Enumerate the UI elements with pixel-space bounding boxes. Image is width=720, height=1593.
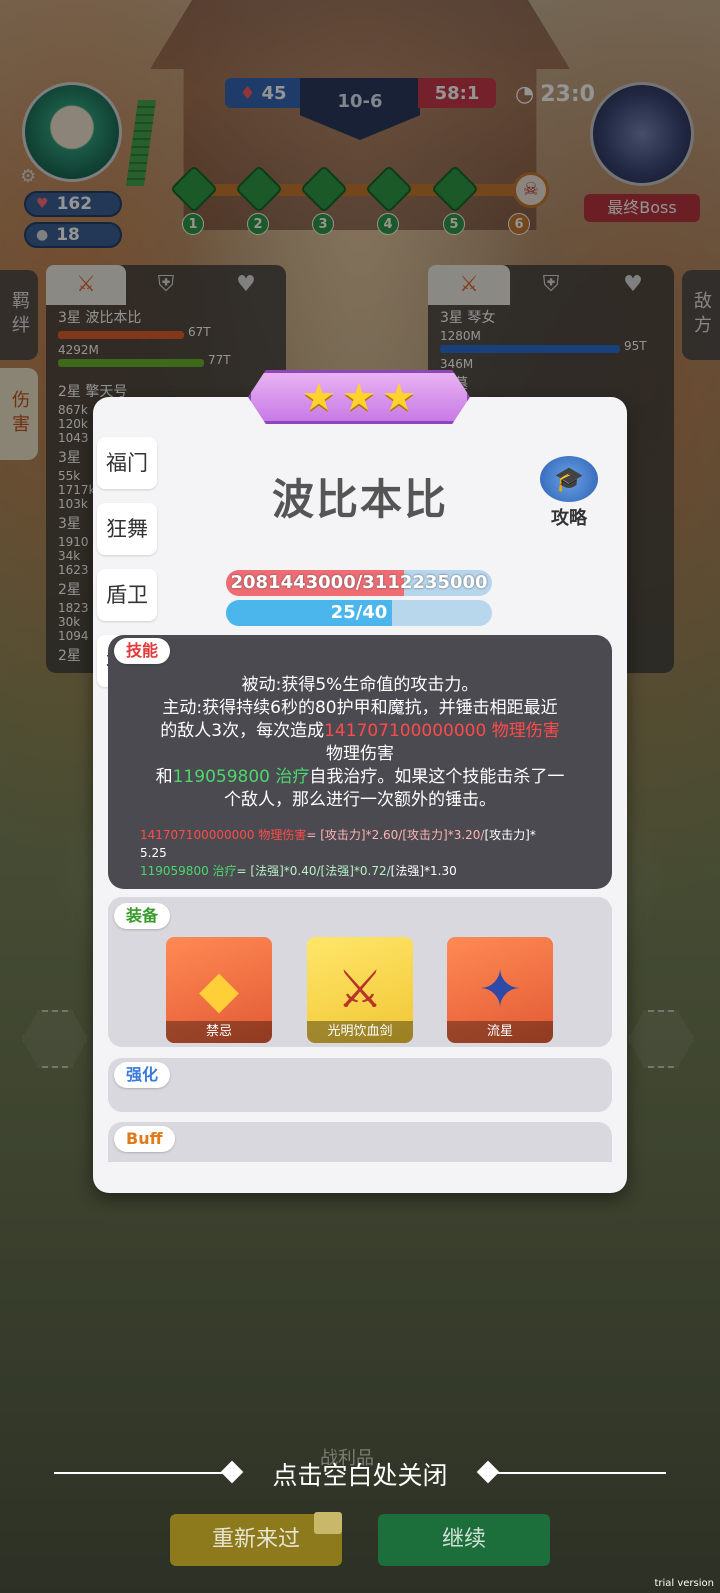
graduation-cap-icon: 🎓 — [540, 456, 598, 502]
equipment-item[interactable]: ⚔ 光明饮血剑 — [307, 937, 413, 1043]
enhancement-section — [108, 1058, 612, 1112]
hero-hp-bar: 2081443000/3112235000 — [226, 570, 492, 596]
video-icon — [314, 1512, 342, 1534]
skill-damage-value: 141707100000000 物理伤害 — [324, 721, 560, 741]
star-rating: ★ ★ ★ — [248, 370, 470, 424]
buff-section — [108, 1122, 612, 1162]
equipment-item[interactable]: ◆ 禁忌 — [166, 937, 272, 1043]
hp-text: 2081443000/3112235000 — [230, 572, 488, 593]
skill-formula: 141707100000000 物理伤害= [攻击力]*2.60/[攻击力]*3… — [140, 826, 600, 880]
watermark: trial version — [654, 1578, 714, 1589]
formula-value: 119059800 治疗 — [140, 864, 237, 878]
skill-text-span: 自我治疗。如果这个技能击杀了一 — [309, 767, 565, 787]
skill-text-line: 被动:获得5%生命值的攻击力。 — [241, 675, 479, 695]
trait-tag[interactable]: 盾卫 — [97, 569, 157, 621]
formula-value: 141707100000000 物理伤害 — [140, 828, 307, 842]
skill-text-line: 和119059800 治疗自我治疗。如果这个技能击杀了一 — [118, 766, 602, 789]
star-icon: ★ — [382, 375, 417, 419]
guide-button[interactable]: 🎓 攻略 — [534, 456, 604, 529]
skill-description: 被动:获得5%生命值的攻击力。 主动:获得持续6秒的80护甲和魔抗，并锤击相距最… — [118, 674, 602, 812]
skill-text-span: 的敌人3次，每次造成 — [160, 721, 325, 741]
formula-text: [法强]*1.30 — [390, 864, 457, 878]
hero-mana-bar: 25/40 — [226, 600, 492, 626]
formula-text: 5.25 — [140, 846, 167, 860]
star-icon: ★ — [301, 375, 336, 419]
trait-tag[interactable]: 狂舞 — [97, 503, 157, 555]
mana-text: 25/40 — [330, 602, 388, 623]
star-icon: ★ — [341, 375, 377, 419]
skill-text-line: 主动:获得持续6秒的80护甲和魔抗，并锤击相距最近 — [162, 698, 558, 718]
equipment-name: 光明饮血剑 — [307, 1021, 413, 1043]
enhancement-label: 强化 — [114, 1062, 171, 1088]
close-hint: 点击空白处关闭 — [272, 1461, 448, 1490]
skill-text-line: 物理伤害 — [326, 744, 394, 764]
buff-label: Buff — [114, 1126, 175, 1152]
skill-text-span: 和 — [155, 767, 173, 787]
formula-text: [攻击力]* — [484, 828, 536, 842]
heal-formula: 119059800 治疗= [法强]*0.40/[法强]*0.72/[法强]*1… — [140, 862, 600, 880]
guide-label: 攻略 — [551, 508, 587, 529]
skill-text-line: 个敌人，那么进行一次额外的锤击。 — [224, 790, 496, 810]
continue-button[interactable]: 继续 — [378, 1514, 550, 1566]
skill-text-line: 的敌人3次，每次造成141707100000000 物理伤害 — [118, 720, 602, 743]
formula-text: = [攻击力]*2.60/[攻击力]*3.20/ — [306, 828, 485, 842]
skill-heal-value: 119059800 治疗 — [172, 767, 310, 787]
formula-text: = [法强]*0.40/[法强]*0.72/ — [236, 864, 391, 878]
equipment-name: 流星 — [447, 1021, 553, 1043]
hero-name: 波比本比 — [271, 475, 448, 524]
trait-tag[interactable]: 福门 — [97, 437, 157, 489]
equipment-item[interactable]: ✦ 流星 — [447, 937, 553, 1043]
damage-formula: 141707100000000 物理伤害= [攻击力]*2.60/[攻击力]*3… — [140, 826, 600, 844]
equipment-label: 装备 — [114, 903, 171, 929]
equipment-name: 禁忌 — [166, 1021, 272, 1043]
skill-label: 技能 — [114, 638, 171, 664]
